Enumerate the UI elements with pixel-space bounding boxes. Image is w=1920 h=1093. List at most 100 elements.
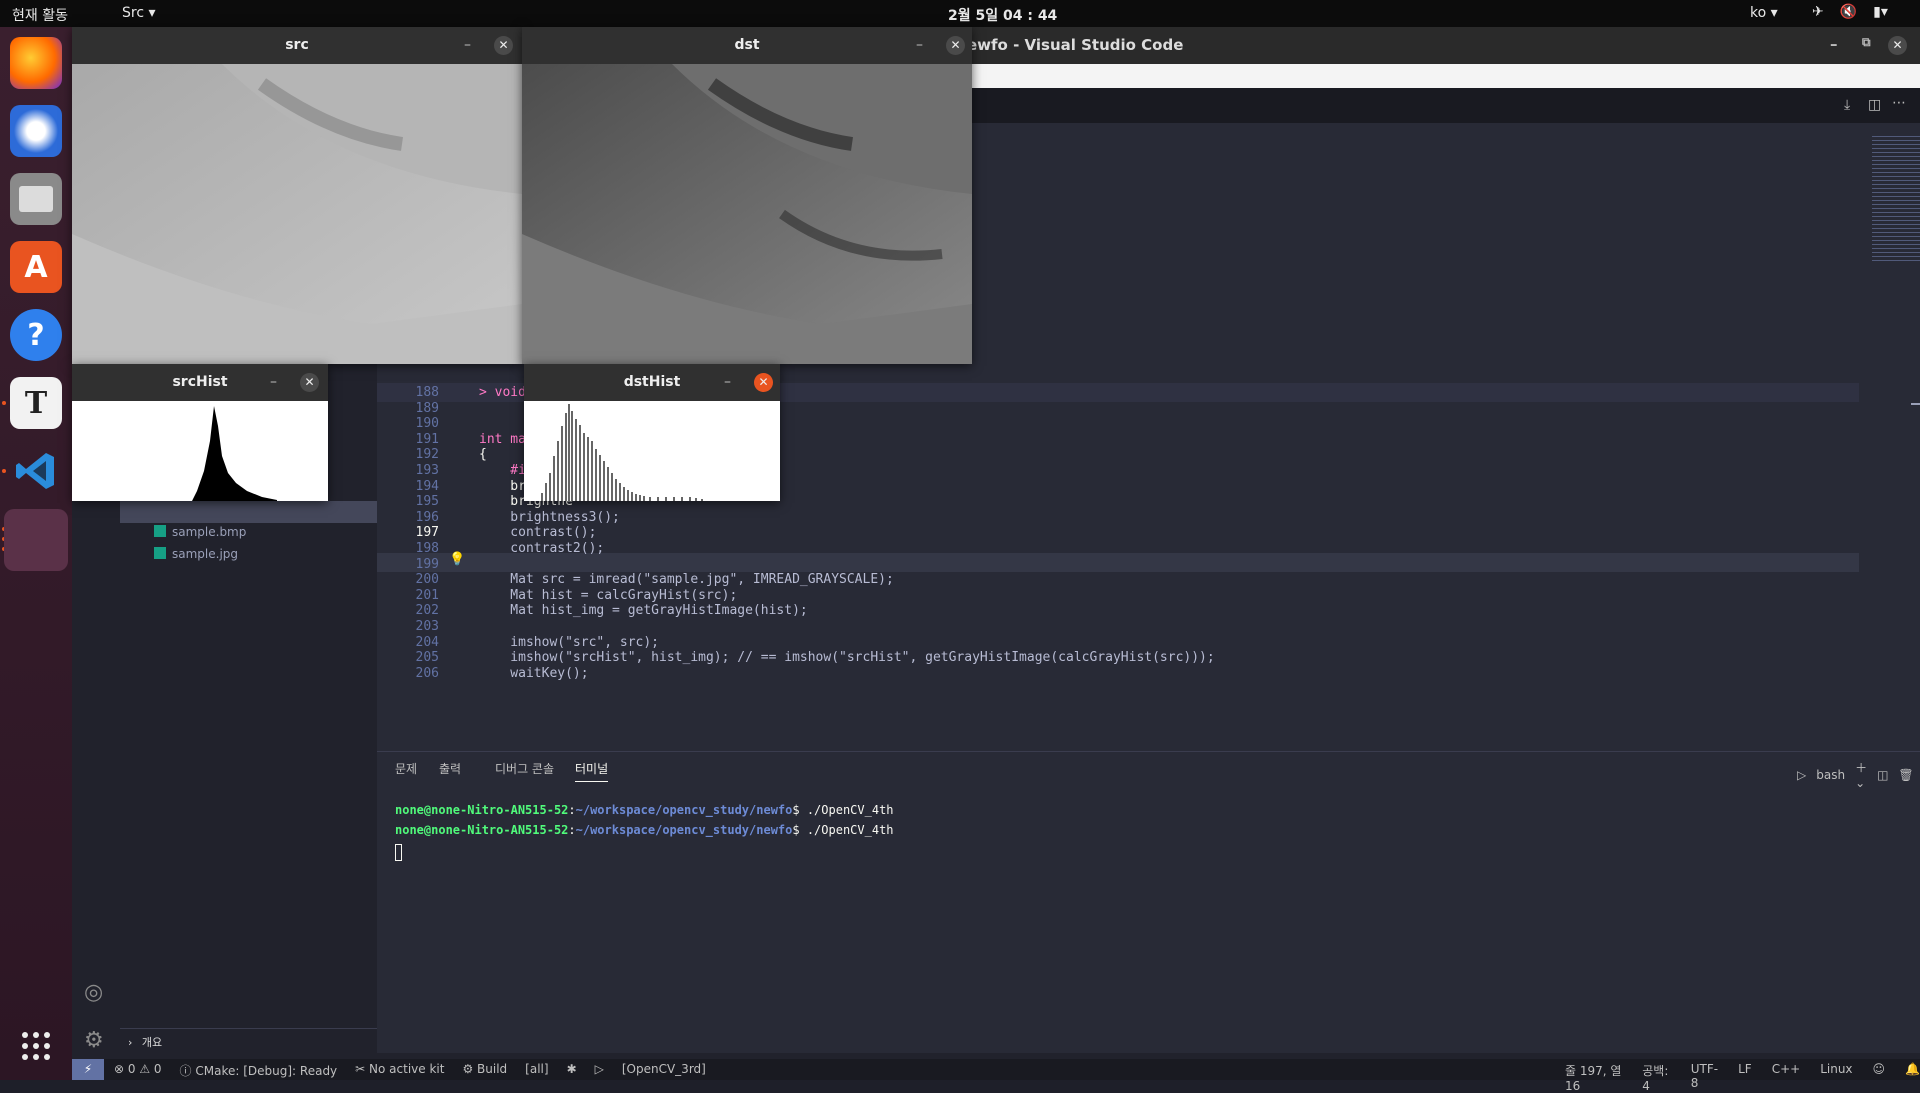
- tab-debug-console[interactable]: 디버그 콘솔: [495, 760, 554, 777]
- account-icon[interactable]: ◎: [84, 980, 103, 1005]
- terminal-cursor: [395, 844, 402, 861]
- battery-icon: ▮▾: [1873, 4, 1888, 20]
- explorer-file[interactable]: sample.jpg: [154, 547, 238, 561]
- indentation[interactable]: 공백: 4: [1642, 1062, 1670, 1093]
- minimize-icon[interactable]: –: [464, 27, 471, 64]
- image-file-icon: [154, 525, 166, 537]
- line-number: 189: [415, 400, 439, 416]
- line-number: 205: [415, 650, 439, 666]
- line-number: 200: [415, 572, 439, 588]
- gnome-top-bar: 현재 활동 Src ▾ 2월 5일 04 : 44 ko ▾ ✈ 🔇 ▮▾: [0, 0, 1920, 27]
- problems-status[interactable]: ⊗ 0 ⚠ 0: [114, 1062, 162, 1079]
- lightbulb-icon[interactable]: 💡: [449, 552, 465, 567]
- terminal-shell[interactable]: bash: [1816, 768, 1845, 782]
- split-terminal-icon[interactable]: ◫: [1877, 768, 1888, 782]
- gear-icon[interactable]: ⚙: [84, 1028, 104, 1053]
- build-button[interactable]: ⚙ Build: [462, 1062, 507, 1079]
- run-icon[interactable]: ▷: [595, 1062, 604, 1079]
- window-title: dst: [522, 27, 972, 64]
- feedback-icon[interactable]: ☺: [1873, 1062, 1886, 1093]
- line-number: 191: [415, 431, 439, 447]
- firefox-icon[interactable]: [10, 37, 62, 89]
- tab-terminal[interactable]: 터미널: [575, 760, 609, 782]
- activities-button[interactable]: 현재 활동: [12, 5, 68, 25]
- tab-problems[interactable]: 문제: [395, 760, 417, 777]
- terminal-toolbar: ▷ bash ＋⌄ ◫ 🗑 ⌃ ✕: [1797, 759, 1920, 790]
- running-indicator: [2, 401, 6, 405]
- input-language[interactable]: ko ▾: [1750, 5, 1778, 21]
- launch-target[interactable]: [OpenCV_3rd]: [622, 1062, 706, 1079]
- window-title: srcHist: [72, 364, 328, 401]
- line-number: 196: [415, 509, 439, 525]
- clock[interactable]: 2월 5일 04 : 44: [948, 5, 1057, 25]
- terminal-output[interactable]: none@none-Nitro-AN515-52:~/workspace/ope…: [395, 800, 894, 840]
- minimap[interactable]: [1872, 133, 1920, 263]
- remote-icon[interactable]: ⚡: [72, 1059, 104, 1080]
- help-icon[interactable]: ?: [10, 309, 62, 361]
- selected-tree-row[interactable]: [120, 501, 377, 523]
- restore-icon[interactable]: ⧉: [1862, 35, 1871, 50]
- line-number: 192: [415, 447, 439, 463]
- terminal-icon: ▷: [1797, 767, 1807, 782]
- src-image: [72, 64, 522, 364]
- close-icon[interactable]: ✕: [1888, 36, 1907, 55]
- explorer-file[interactable]: sample.bmp: [154, 525, 246, 539]
- close-icon[interactable]: ✕: [494, 36, 513, 55]
- add-terminal-icon[interactable]: ＋⌄: [1855, 759, 1867, 790]
- minimize-icon[interactable]: –: [1830, 35, 1838, 53]
- cursor-position[interactable]: 줄 197, 열 16: [1565, 1062, 1622, 1093]
- app-menu[interactable]: Src ▾: [122, 5, 156, 21]
- trash-icon[interactable]: 🗑: [1898, 768, 1913, 782]
- close-icon[interactable]: ✕: [300, 373, 319, 392]
- thunderbird-icon[interactable]: [10, 105, 62, 157]
- window-title: ewfo - Visual Studio Code: [967, 36, 1184, 54]
- line-number: 204: [415, 634, 439, 650]
- airplane-icon: ✈: [1812, 4, 1824, 20]
- system-tray[interactable]: ✈ 🔇 ▮▾: [1812, 4, 1888, 20]
- text-editor-icon[interactable]: T: [10, 377, 62, 429]
- bottom-panel: 문제 출력 디버그 콘솔 터미널 ▷ bash ＋⌄ ◫ 🗑 ⌃ ✕ none@…: [377, 751, 1920, 1053]
- close-icon[interactable]: ✕: [754, 373, 773, 392]
- code-line: imshow("src", src);: [479, 634, 660, 650]
- line-number: 203: [415, 619, 439, 634]
- end-of-line[interactable]: LF: [1738, 1062, 1752, 1093]
- opencv-windows-item[interactable]: [4, 509, 68, 571]
- code-line: {: [479, 447, 487, 463]
- line-number: 193: [415, 463, 439, 478]
- vscode-icon[interactable]: [10, 445, 62, 497]
- code-line: imshow("srcHist", hist_img); // == imsho…: [479, 650, 1215, 666]
- minimize-icon[interactable]: –: [916, 27, 923, 64]
- code-line: Mat hist = calcGrayHist(src);: [479, 587, 738, 603]
- close-icon[interactable]: ✕: [946, 36, 965, 55]
- terminal-line: none@none-Nitro-AN515-52:~/workspace/ope…: [395, 803, 894, 817]
- kit-status[interactable]: ✂ No active kit: [355, 1062, 444, 1079]
- line-number: 195: [415, 494, 439, 510]
- volume-icon: 🔇: [1839, 4, 1858, 20]
- tab-output[interactable]: 출력: [439, 760, 461, 777]
- split-editor-icon[interactable]: ◫: [1868, 97, 1881, 113]
- minimize-icon[interactable]: –: [270, 364, 277, 401]
- dst-image: [522, 64, 972, 364]
- platform[interactable]: Linux: [1820, 1062, 1852, 1093]
- window-title: dstHist: [524, 364, 780, 401]
- line-number: 197: [415, 525, 439, 541]
- show-apps-icon[interactable]: [10, 1020, 62, 1072]
- encoding[interactable]: UTF-8: [1691, 1062, 1718, 1093]
- target-all[interactable]: [all]: [525, 1062, 548, 1079]
- outline-section[interactable]: › 개요: [120, 1028, 377, 1050]
- software-center-icon[interactable]: A: [10, 241, 62, 293]
- line-number: 199: [415, 556, 439, 572]
- cmake-status[interactable]: ⓘ CMake: [Debug]: Ready: [180, 1062, 338, 1079]
- minimize-icon[interactable]: –: [724, 364, 731, 401]
- language-mode[interactable]: C++: [1772, 1062, 1801, 1093]
- line-number: 190: [415, 416, 439, 432]
- bell-icon[interactable]: 🔔: [1905, 1062, 1920, 1093]
- more-actions-icon[interactable]: ⋯: [1892, 95, 1906, 111]
- files-icon[interactable]: [10, 173, 62, 225]
- open-changes-icon[interactable]: ⤓: [1844, 97, 1850, 113]
- scrollbar-thumb[interactable]: [1911, 403, 1920, 405]
- code-line: waitKey();: [479, 665, 589, 681]
- code-line: Mat src = imread("sample.jpg", IMREAD_GR…: [479, 572, 894, 588]
- line-number: 202: [415, 603, 439, 619]
- debug-icon[interactable]: ✱: [567, 1062, 577, 1079]
